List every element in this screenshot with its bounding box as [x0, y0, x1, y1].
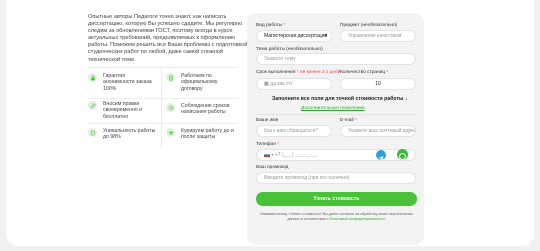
- subject-input[interactable]: Управление качеством: [340, 30, 416, 42]
- lock-icon: [88, 73, 97, 82]
- required-mark: *: [283, 23, 286, 28]
- extra-wishes-link[interactable]: Дополнительные пожелания: [301, 106, 365, 111]
- telegram-icon[interactable]: [376, 150, 386, 161]
- fill-note: Заполните все поля для точной стоимости …: [272, 96, 407, 102]
- promo-input[interactable]: Введите промокод (при его наличии): [256, 172, 416, 184]
- divider: [88, 98, 238, 99]
- feature-item: Гарантия анонимности заказа 100%: [88, 73, 156, 92]
- feature-label: Соблюдение сроков написания работы: [181, 103, 230, 116]
- work-type-label-text: Вид работы: [256, 23, 283, 28]
- topic-input[interactable]: Укажите тему: [256, 53, 416, 65]
- email-input[interactable]: Укажите ваш почтовый адрес: [340, 125, 416, 137]
- privacy-policy-link[interactable]: Политикой конфиденциальности: [330, 217, 385, 221]
- work-type-select[interactable]: Магистерская диссертация ▾: [256, 30, 332, 42]
- clock-icon: [166, 103, 175, 112]
- phone-prefix: +7: [274, 152, 281, 158]
- form-divider: [256, 114, 416, 115]
- pages-label: Количество страниц *: [340, 70, 388, 75]
- required-mark: *: [354, 118, 357, 123]
- feature-item: Вносим правки своевременно и бесплатно: [88, 101, 156, 120]
- feature-label: Уникальность работы до 98%: [103, 128, 156, 141]
- phone-placeholder: (___) ___-__-__: [281, 152, 318, 158]
- name-label: Ваше имя: [256, 118, 279, 123]
- phone-label: Телефон *: [256, 142, 279, 147]
- work-type-label: Вид работы *: [256, 23, 286, 28]
- chevron-down-icon: ▾: [324, 33, 327, 39]
- deadline-input[interactable]: ▦ дд.мм.гггг: [256, 78, 332, 90]
- fill-note-text: Заполните все поля для точной стоимости …: [272, 96, 404, 102]
- required-mark: *: [277, 142, 280, 147]
- graduation-icon: [166, 128, 175, 137]
- topic-label: Тема работы (необязательно): [256, 47, 323, 52]
- deadline-label: Срок выполнения * не менее 3 х дней: [256, 70, 340, 75]
- page: Опытные авторы Педагоги точно знают, как…: [0, 0, 540, 251]
- edit-icon: [88, 101, 97, 110]
- chevron-down-icon: ▾: [271, 152, 274, 157]
- russia-flag-icon: [264, 152, 270, 157]
- feature-label: Вносим правки своевременно и бесплатно: [103, 101, 142, 120]
- divider: [161, 67, 162, 149]
- feature-label: Курируем работу до и после защиты: [181, 128, 234, 141]
- deadline-hint: не менее 3 х дней: [300, 70, 341, 75]
- phone-label-text: Телефон: [256, 142, 276, 147]
- required-mark: *: [296, 70, 299, 75]
- pages-input[interactable]: 10: [340, 78, 416, 90]
- divider: [88, 67, 238, 68]
- intro-text: Опытные авторы Педагоги точно знают, как…: [88, 14, 248, 63]
- pages-label-text: Количество страниц: [340, 70, 386, 75]
- feature-item: Уникальность работы до 98%: [88, 128, 156, 141]
- deadline-label-text: Срок выполнения: [256, 70, 296, 75]
- work-type-value: Магистерская диссертация: [264, 33, 328, 39]
- document-icon: [166, 73, 175, 82]
- phone-input[interactable]: ▾ +7 (___) ___-__-__: [256, 149, 416, 161]
- subject-label: Предмет (необязательно): [340, 23, 398, 28]
- feature-item: Работаем по официальному договору: [166, 73, 236, 92]
- feature-label: Работаем по официальному договору: [181, 73, 218, 92]
- name-input[interactable]: Как к вам обращаться?: [256, 125, 332, 137]
- whatsapp-icon[interactable]: [397, 149, 408, 160]
- get-price-button[interactable]: Узнать стоимость: [256, 192, 417, 206]
- promo-label: Ваш промокод: [256, 165, 289, 170]
- consent-end: .: [384, 216, 386, 221]
- feature-label: Гарантия анонимности заказа 100%: [103, 73, 152, 92]
- feature-item: Соблюдение сроков написания работы: [166, 103, 236, 116]
- deadline-placeholder: дд.мм.гггг: [270, 81, 293, 87]
- calendar-icon: ▦: [264, 81, 269, 87]
- consent-text: Нажимая кнопку «Узнать стоимость» Вы даё…: [256, 212, 417, 221]
- divider: [88, 123, 238, 124]
- required-mark: *: [386, 70, 389, 75]
- email-label-text: E-mail: [340, 118, 354, 123]
- email-label: E-mail *: [340, 118, 357, 123]
- feature-item: Курируем работу до и после защиты: [166, 128, 236, 141]
- shield-icon: [88, 128, 97, 137]
- arrow-down-icon: ↓: [404, 96, 408, 102]
